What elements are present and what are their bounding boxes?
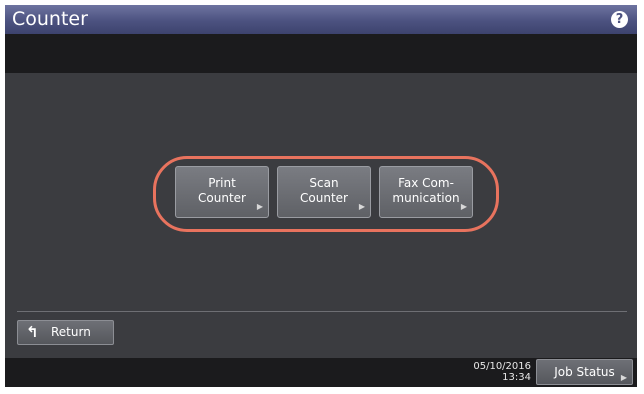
print-counter-label-line1: Print: [208, 176, 236, 190]
triangle-right-icon: ▶: [460, 202, 467, 211]
help-icon[interactable]: ?: [611, 11, 628, 28]
return-label: Return: [51, 325, 91, 339]
triangle-right-icon: ▶: [620, 373, 627, 382]
time-text: 13:34: [502, 372, 531, 383]
print-counter-button[interactable]: Print Counter ▶: [175, 166, 269, 218]
triangle-right-icon: ▶: [256, 202, 263, 211]
return-arrow-icon: ↰: [26, 323, 39, 341]
status-bar: 05/10/2016 13:34 Job Status ▶: [5, 358, 637, 387]
date-time: 05/10/2016 13:34: [453, 361, 531, 383]
title-bar: Counter ?: [5, 5, 637, 34]
triangle-right-icon: ▶: [358, 202, 365, 211]
counter-screen: Counter ? Print Counter ▶ Scan Counter ▶…: [5, 5, 637, 387]
sub-bar: [5, 34, 637, 73]
content-area: Print Counter ▶ Scan Counter ▶ Fax Com- …: [5, 73, 637, 357]
scan-counter-button[interactable]: Scan Counter ▶: [277, 166, 371, 218]
scan-counter-label-line2: Counter: [300, 191, 348, 205]
print-counter-label-line2: Counter: [198, 191, 246, 205]
page-title: Counter: [12, 8, 88, 30]
fax-communication-label-line2: munication: [392, 191, 460, 205]
divider: [17, 311, 627, 312]
return-button[interactable]: ↰ Return: [17, 320, 114, 345]
fax-communication-button[interactable]: Fax Com- munication ▶: [379, 166, 473, 218]
date-text: 05/10/2016: [473, 361, 531, 372]
scan-counter-label-line1: Scan: [309, 176, 339, 190]
job-status-button[interactable]: Job Status ▶: [536, 359, 633, 385]
fax-communication-label-line1: Fax Com-: [398, 176, 454, 190]
job-status-label: Job Status: [554, 365, 615, 379]
